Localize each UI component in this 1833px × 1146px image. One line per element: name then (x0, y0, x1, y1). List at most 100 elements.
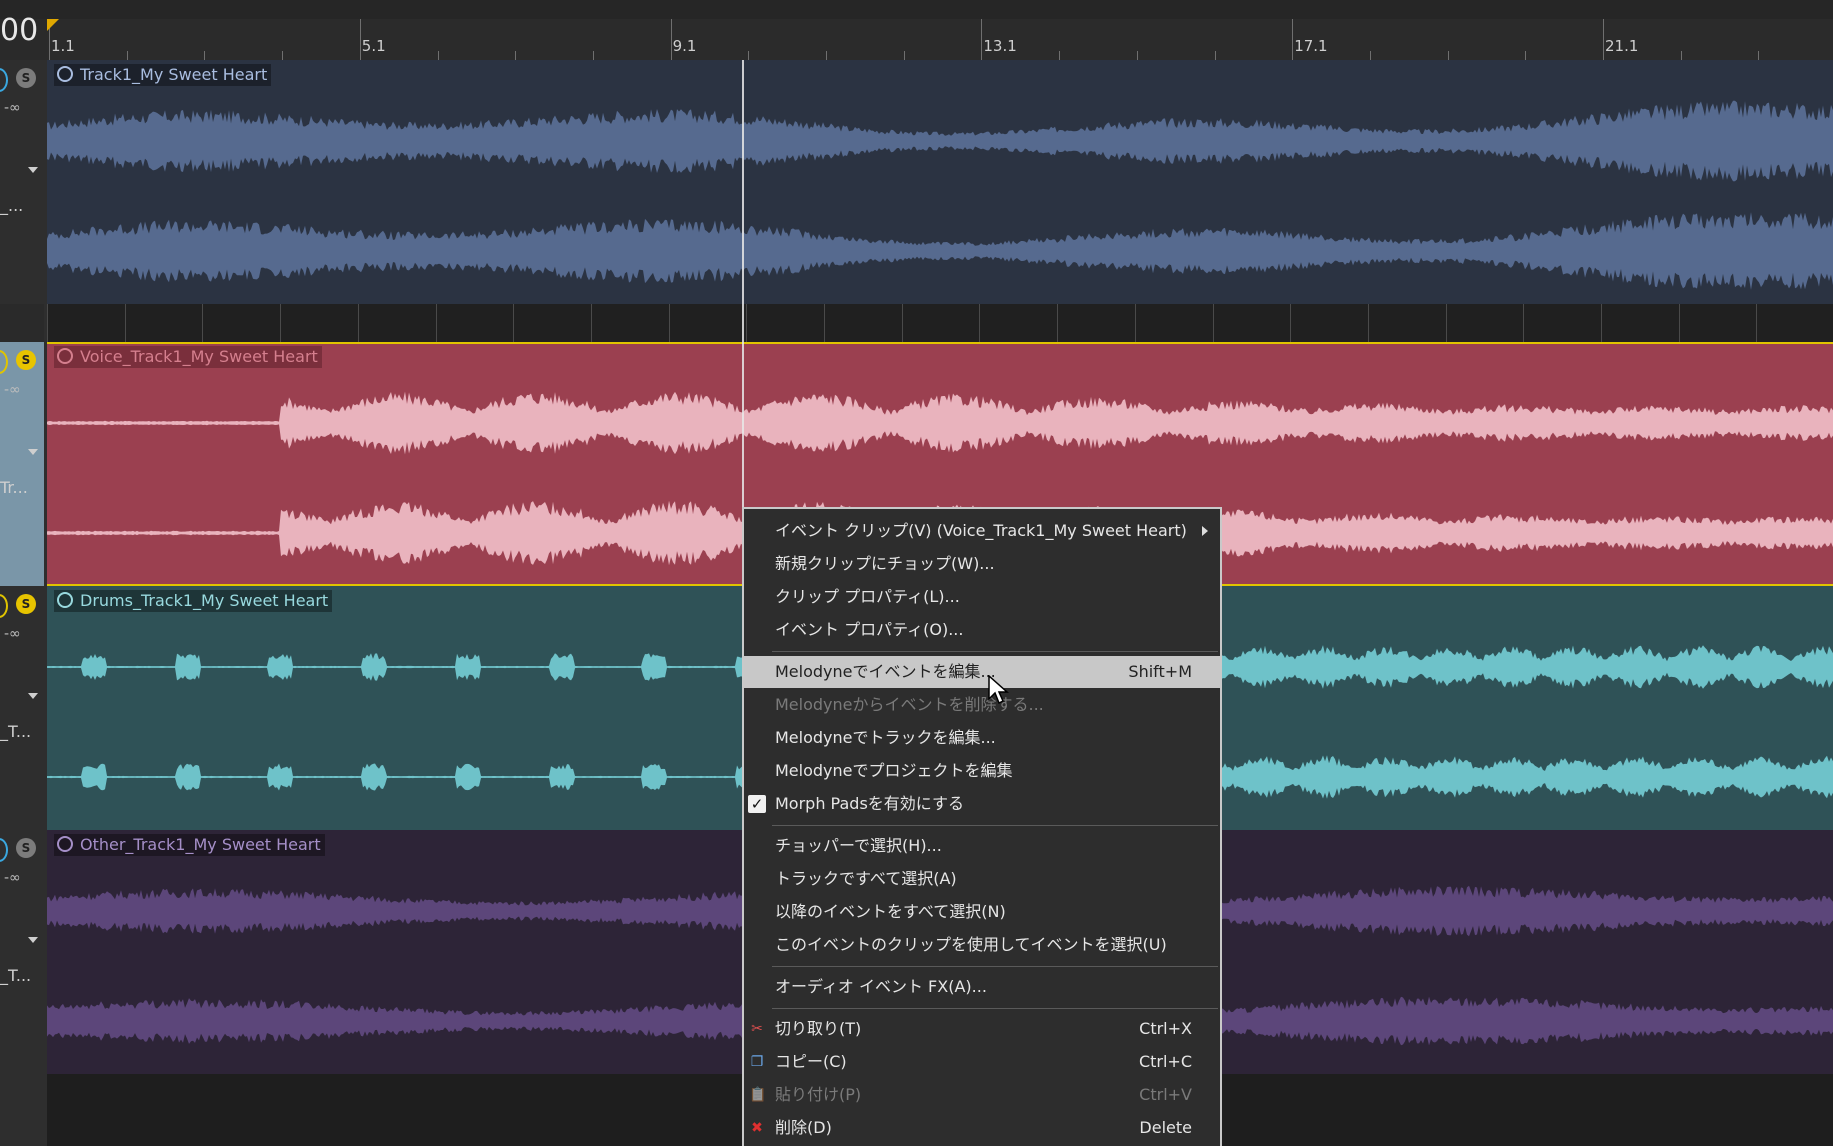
grid-line (280, 304, 282, 342)
menu-item[interactable]: ❐ コピー(C) Ctrl+C (744, 1046, 1220, 1078)
menu-separator (772, 966, 1218, 967)
menu-item[interactable]: ✖ 削除(D) Delete (744, 1112, 1220, 1144)
menu-item-shortcut: Ctrl+X (1139, 1019, 1192, 1038)
ruler-tick (670, 19, 672, 60)
track-name-truncated: _... (0, 196, 24, 215)
menu-item[interactable]: トラックですべて選択(A) (744, 863, 1220, 895)
chevron-down-icon[interactable] (28, 167, 38, 173)
ruler-tick (1680, 51, 1682, 60)
ruler-tick (437, 51, 439, 60)
menu-separator (772, 1008, 1218, 1009)
ruler-tick (1758, 51, 1760, 60)
ruler-tick (748, 51, 750, 60)
track-header[interactable]: S -∞ _... (0, 60, 44, 304)
menu-item[interactable]: Melodyneでトラックを編集... (744, 722, 1220, 754)
menu-item-label: 貼り付け(P) (775, 1085, 862, 1104)
ruler-tick (126, 51, 128, 60)
menu-item[interactable]: ✓ Morph Padsを有効にする (744, 788, 1220, 820)
menu-item[interactable]: オーディオ イベント FX(A)... (744, 971, 1220, 1003)
menu-item[interactable]: クリップ プロパティ(L)... (744, 581, 1220, 613)
ruler-tick (903, 51, 905, 60)
track-fx-icon[interactable] (0, 594, 8, 618)
event-clip-label[interactable]: Voice_Track1_My Sweet Heart (54, 346, 322, 368)
menu-item-label: 削除(D) (775, 1118, 832, 1137)
checkmark-icon: ✓ (748, 795, 766, 813)
grid-line (1601, 304, 1602, 342)
chevron-down-icon[interactable] (28, 693, 38, 699)
ruler-tick (1369, 51, 1371, 60)
ruler-tick (1059, 51, 1061, 60)
grid-line (124, 304, 126, 342)
grid-line (1678, 304, 1680, 342)
solo-button-icon[interactable]: S (16, 594, 36, 614)
event-clip-label[interactable]: Other_Track1_My Sweet Heart (54, 834, 325, 856)
menu-item[interactable]: イベント クリップ(V) (Voice_Track1_My Sweet Hear… (744, 515, 1220, 547)
event-clip-label[interactable]: Track1_My Sweet Heart (54, 64, 272, 86)
menu-item-shortcut: Delete (1139, 1118, 1192, 1137)
event-clip-name: Voice_Track1_My Sweet Heart (80, 347, 318, 366)
ruler-tick (1292, 19, 1294, 60)
track-lane[interactable]: Track1_My Sweet Heart (47, 60, 1833, 304)
menu-item[interactable]: Melodyneでイベントを編集... Shift+M (744, 656, 1220, 688)
track-fx-icon[interactable] (0, 68, 8, 92)
track-level-readout: -∞ (4, 626, 21, 642)
track-fx-icon[interactable] (0, 838, 8, 862)
track-fx-icon[interactable] (0, 350, 8, 374)
track-level-readout: -∞ (4, 100, 21, 116)
audio-waveform (47, 86, 1833, 196)
solo-button-icon[interactable]: S (16, 68, 36, 88)
ruler-label: 5.1 (361, 37, 386, 55)
menu-item[interactable]: このイベントのクリップを使用してイベントを選択(U) (744, 929, 1220, 961)
ruler-tick (359, 19, 361, 60)
menu-item[interactable]: ✂ 切り取り(T) Ctrl+X (744, 1013, 1220, 1045)
ruler-tick (204, 51, 206, 60)
menu-item-label: 新規クリップにチョップ(W)... (775, 554, 995, 573)
automation-lane[interactable] (47, 304, 1833, 342)
grid-line (1134, 304, 1136, 342)
grid-line (1290, 304, 1292, 342)
menu-item[interactable]: 新規クリップにチョップ(W)... (744, 548, 1220, 580)
chevron-down-icon[interactable] (28, 937, 38, 943)
submenu-arrow-icon (1202, 526, 1208, 536)
track-header[interactable]: S -∞ _T... (0, 586, 44, 830)
grid-line (1523, 304, 1525, 342)
ruler-tick (1525, 51, 1527, 60)
track-name-truncated: _T... (0, 722, 32, 741)
chevron-down-icon[interactable] (28, 449, 38, 455)
event-clip-name: Drums_Track1_My Sweet Heart (80, 591, 329, 610)
track-level-readout: -∞ (4, 870, 21, 886)
menu-item[interactable]: チョッパーで選択(H)... (744, 830, 1220, 862)
menu-item-label: オーディオ イベント FX(A)... (775, 977, 987, 996)
grid-line (746, 304, 748, 342)
ruler-tick (826, 51, 827, 60)
automation-header[interactable] (0, 304, 44, 342)
menu-item[interactable]: 以降のイベントをすべて選択(N) (744, 896, 1220, 928)
track-header[interactable]: S -∞ _T... (0, 830, 44, 1074)
track-header[interactable]: S -∞ Tr... (0, 342, 44, 586)
menu-item-label: イベント プロパティ(O)... (775, 620, 964, 639)
solo-button-icon[interactable]: S (16, 350, 36, 370)
menu-item[interactable]: Melodyneでプロジェクトを編集 (744, 755, 1220, 787)
event-clip-label[interactable]: Drums_Track1_My Sweet Heart (54, 590, 333, 612)
menu-item-label: Melodyneでプロジェクトを編集 (775, 761, 1013, 780)
ruler-label: 9.1 (672, 37, 697, 55)
solo-button-icon[interactable]: S (16, 838, 36, 858)
delete-icon: ✖ (751, 1120, 763, 1136)
loop-marker-icon[interactable] (47, 19, 59, 31)
track-name-truncated: Tr... (0, 478, 28, 497)
menu-item[interactable]: イベント プロパティ(O)... (744, 614, 1220, 646)
context-menu: イベント クリップ(V) (Voice_Track1_My Sweet Hear… (742, 507, 1222, 1146)
ruler-tick (1136, 51, 1138, 60)
timeline-ruler[interactable]: 1.1 5.1 9.1 13.1 17.1 21.1 (47, 19, 1833, 61)
menu-item: Melodyneからイベントを削除する... (744, 689, 1220, 721)
ruler-tick (282, 51, 284, 60)
paste-icon: 📋 (749, 1087, 767, 1103)
menu-item-shortcut: Shift+M (1128, 662, 1192, 681)
menu-item-shortcut: Ctrl+C (1138, 1052, 1192, 1071)
ruler-tick (1603, 19, 1604, 60)
track-level-readout: -∞ (4, 382, 21, 398)
clip-event-icon (57, 348, 73, 364)
clip-event-icon (57, 836, 73, 852)
track-header-column: S -∞ _... S -∞ Tr... S -∞ _T... S -∞ _T... (0, 60, 48, 1146)
ruler-tick (1214, 51, 1216, 60)
